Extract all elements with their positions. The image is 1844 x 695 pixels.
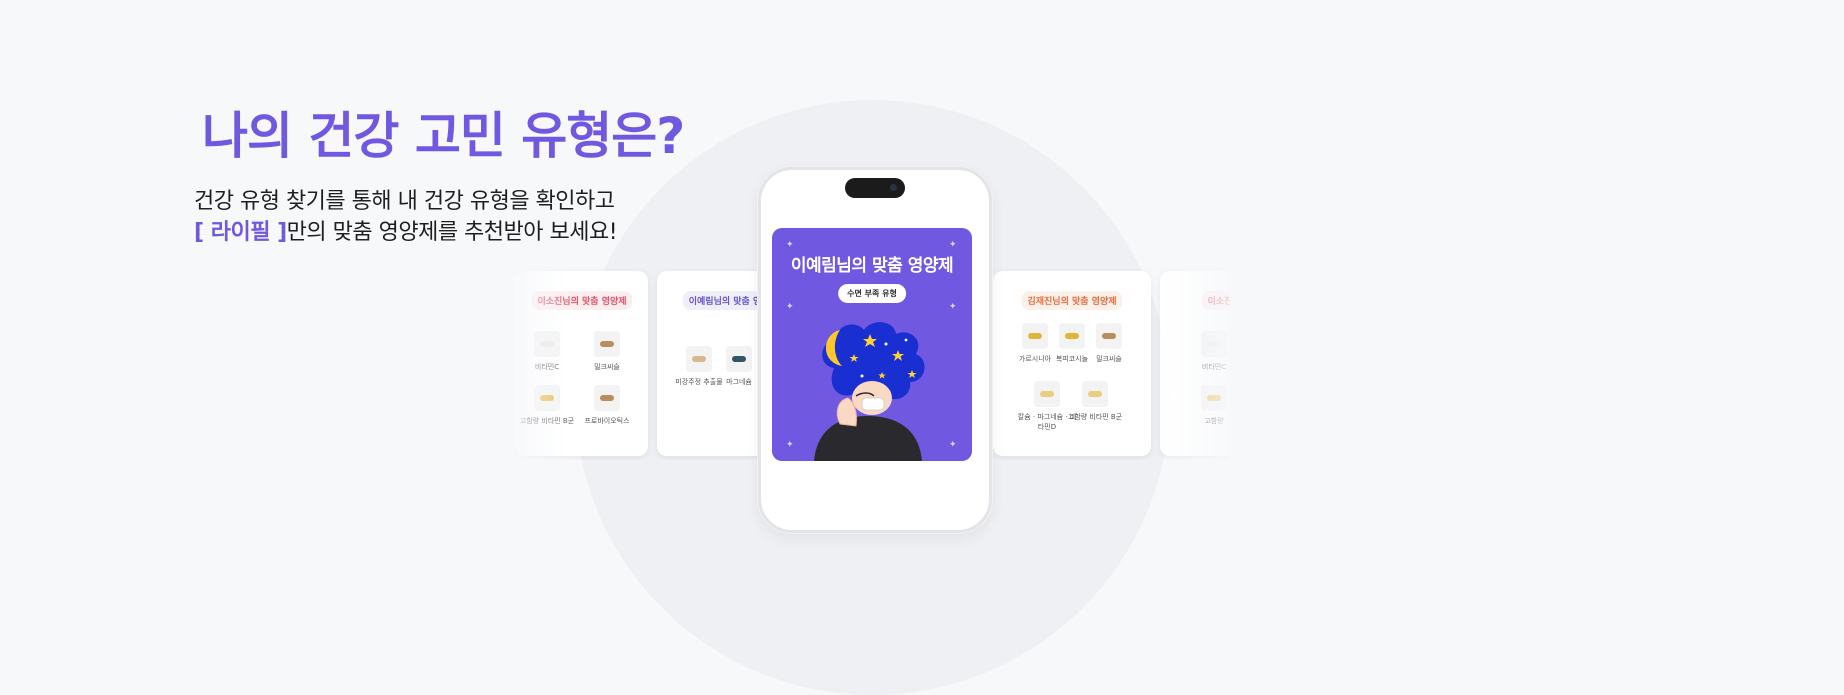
recommendation-card[interactable]: 이소진 비타민C 고함량 [1160,271,1230,456]
pill-icon [1028,333,1042,339]
phone-mockup: ✦ ✦ ✦ ✦ ✦ ✦ ✦ 이예림님의 맞춤 영양제 수면 부족 유형 [758,167,992,533]
description-line-2: [ 라이필 ]만의 맞춤 영양제를 추천받아 보세요! [194,217,618,248]
supplement-item: 고함량 [1184,385,1230,426]
dynamic-island [845,178,905,198]
supplement-label: 비타민C [1201,363,1227,371]
supplement-label: 고함량 비타민 B군 [1067,413,1123,421]
pill-icon [540,341,554,347]
supplement-label: 밀크씨슬 [594,363,620,371]
featured-card-title: 이예림님의 맞춤 영양제 [790,256,954,276]
pill-icon [692,356,706,362]
pill-icon [1065,333,1079,339]
supplement-label: 프로바이오틱스 [584,417,630,425]
supplement-item: 고함량 비타민 B군 [1065,381,1125,422]
type-badge: 수면 부족 유형 [838,284,906,303]
pill-icon [732,356,746,362]
card-title: 이소진님의 맞춤 영양제 [531,291,633,310]
card-title: 김재진님의 맞춤 영양제 [1021,291,1123,310]
supplement-item: 밀크씨슬 [1079,323,1139,364]
pill-icon [1207,341,1221,347]
supplement-item: 비타민C [1184,331,1230,372]
supplement-item: 프로바이오틱스 [577,385,637,426]
recommendation-card[interactable]: 이소진님의 맞춤 영양제 비타민C 밀크씨슬 고함량 비타민 B군 프로바이오틱… [515,271,648,456]
pill-icon [1207,395,1221,401]
pill-icon [1040,391,1054,397]
supplement-item: 밀크씨슬 [577,331,637,372]
supplement-label: 고함량 [1204,417,1224,425]
pill-icon [1088,391,1102,397]
camera-icon [890,184,897,191]
supplement-label: 밀크씨슬 [1096,355,1122,363]
card-title: 이예림님의 맞춤 영 [682,291,768,310]
card-title: 이소진 [1201,291,1230,310]
supplement-item: 고함량 비타민 B군 [517,385,577,426]
pill-icon [1102,333,1116,339]
pill-icon [600,395,614,401]
recommendation-card[interactable]: 김재진님의 맞춤 영양제 가르시니아 복피코시놀 밀크씨슬 칼슘 · 마그네슘 … [993,271,1151,456]
pill-icon [600,341,614,347]
featured-recommendation-card[interactable]: ✦ ✦ ✦ ✦ ✦ ✦ ✦ 이예림님의 맞춤 영양제 수면 부족 유형 [772,228,972,461]
brand-name: [ 라이필 ] [194,220,287,245]
pill-icon [540,395,554,401]
supplement-label: 고함량 비타민 B군 [519,417,575,425]
description-line-1: 건강 유형 찾기를 통해 내 건강 유형을 확인하고 [194,189,615,214]
supplement-item: 비타민C [517,331,577,372]
supplement-label: 비타민C [534,363,560,371]
page-title: 나의 건강 고민 유형은? [202,107,685,165]
sleepy-person-illustration [814,322,925,461]
hero-description: 건강 유형 찾기를 통해 내 건강 유형을 확인하고 [ 라이필 ]만의 맞춤 … [194,186,618,248]
description-line-2-rest: 만의 맞춤 영양제를 추천받아 보세요! [286,220,618,245]
